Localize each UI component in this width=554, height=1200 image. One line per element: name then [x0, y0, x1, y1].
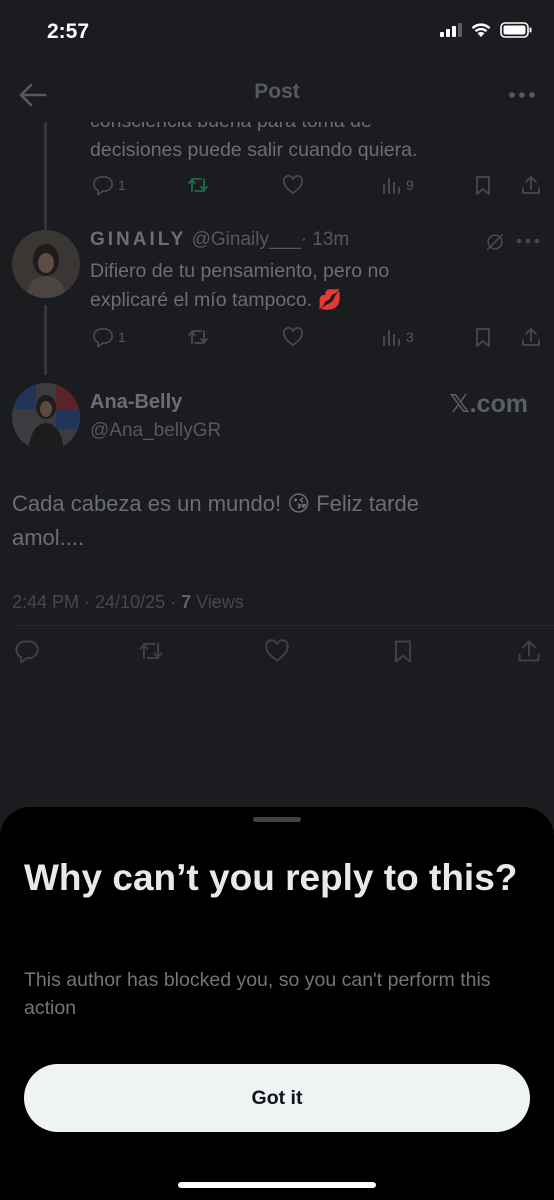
x-watermark: 𝕏.com — [449, 390, 529, 418]
reply-count: 1 — [118, 177, 126, 193]
post-divider — [12, 625, 554, 626]
avatar-photo — [12, 230, 80, 298]
status-time: 2:57 — [47, 20, 90, 43]
reply-author-handle[interactable]: @Ginaily___ — [192, 229, 301, 250]
reply-text-line-1: Difiero de tu pensamiento, pero no — [90, 260, 390, 282]
like-icon[interactable] — [282, 174, 304, 196]
views-icon — [383, 178, 400, 194]
reply-actions: 1 3 — [92, 326, 542, 348]
retweet-icon[interactable] — [138, 638, 164, 664]
views-icon — [383, 330, 400, 346]
avatar[interactable] — [12, 383, 80, 451]
bookmark-icon[interactable] — [472, 174, 494, 196]
reply-header: GINAILY @Ginaily___· 13m — [90, 229, 349, 251]
retweet-icon[interactable] — [187, 326, 209, 348]
retweet-icon[interactable] — [187, 174, 209, 196]
views-count: 3 — [406, 329, 414, 345]
views-count: 9 — [406, 177, 414, 193]
post-timestamp: 2:44 PM · 24/10/25 · — [12, 592, 182, 612]
like-icon[interactable] — [264, 638, 290, 664]
avatar-photo — [12, 383, 80, 451]
post-text-line-1: Cada cabeza es un mundo! 😘 Feliz tarde — [12, 491, 419, 516]
thread-line-lower — [44, 305, 47, 375]
reply-more-icon[interactable] — [516, 237, 540, 245]
post-author-name[interactable]: Ana-Belly — [90, 391, 182, 414]
bookmark-icon[interactable] — [472, 326, 494, 348]
cellular-signal-icon — [440, 23, 462, 37]
reply-author-name[interactable]: GINAILY — [90, 229, 186, 250]
reply-count: 1 — [118, 329, 126, 345]
reply-icon — [93, 176, 113, 196]
reply-text-line-2: explicaré el mío tampoco. 💋 — [90, 289, 342, 311]
bookmark-icon[interactable] — [390, 638, 416, 664]
previous-reply-text: decisiones puede salir cuando quiera. — [90, 139, 418, 161]
like-icon[interactable] — [282, 326, 304, 348]
status-icons — [440, 22, 532, 38]
post-meta: 2:44 PM · 24/10/25 · 7 Views — [12, 592, 244, 613]
home-indicator[interactable] — [178, 1182, 376, 1188]
post-author-handle[interactable]: @Ana_bellyGR — [90, 420, 221, 442]
reply-action[interactable]: 1 — [92, 326, 126, 348]
sheet-title: Why can’t you reply to this? — [24, 857, 518, 898]
got-it-button[interactable]: Got it — [24, 1064, 530, 1132]
page-title: Post — [254, 80, 300, 103]
post-text-line-2: amol.... — [12, 525, 85, 550]
more-options-icon[interactable] — [508, 90, 536, 100]
sheet-grabber[interactable] — [253, 817, 301, 822]
grok-icon[interactable] — [485, 232, 505, 252]
reply-icon[interactable] — [14, 638, 40, 664]
post-actions — [14, 638, 544, 664]
wifi-icon — [471, 23, 491, 37]
post-views-label: Views — [191, 592, 244, 612]
sheet-body: This author has blocked you, so you can'… — [24, 969, 491, 1019]
share-icon[interactable] — [516, 638, 542, 664]
battery-icon — [500, 22, 532, 38]
reply-time: · 13m — [300, 229, 350, 250]
reply-icon — [93, 328, 113, 348]
avatar[interactable] — [12, 230, 80, 298]
previous-reply-actions: 1 9 — [92, 174, 542, 196]
post-views-count[interactable]: 7 — [181, 592, 191, 612]
views-action[interactable]: 3 — [380, 326, 414, 348]
share-icon[interactable] — [520, 326, 542, 348]
views-action[interactable]: 9 — [380, 174, 414, 196]
reply-action[interactable]: 1 — [92, 174, 126, 196]
share-icon[interactable] — [520, 174, 542, 196]
